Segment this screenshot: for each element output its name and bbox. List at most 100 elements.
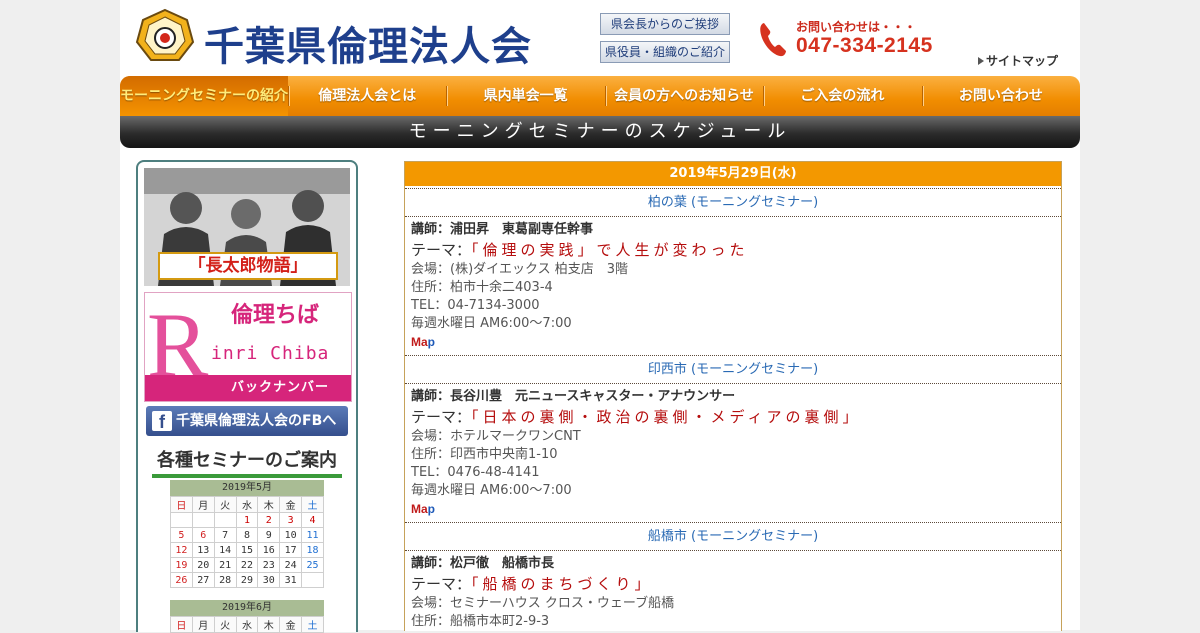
venue-place: 会場：ホテルマークワンCNT xyxy=(411,429,581,444)
calendar-day[interactable]: 20 xyxy=(191,557,215,573)
calendar-day[interactable]: 2 xyxy=(257,512,281,528)
weekday-header: 日 xyxy=(170,616,193,633)
map-link-icon[interactable]: Map xyxy=(411,500,1061,518)
calendar-day[interactable]: 9 xyxy=(257,527,281,543)
calendar-day[interactable]: 27 xyxy=(191,572,215,588)
calendar-day[interactable]: 5 xyxy=(170,527,193,543)
calendar-day[interactable]: 3 xyxy=(279,512,303,528)
weekday-header: 日 xyxy=(170,496,193,513)
calendar-day[interactable]: 17 xyxy=(279,542,303,558)
map-label-a: Ma xyxy=(411,335,428,349)
chotaro-story-banner[interactable]: 「長太郎物語」 xyxy=(144,168,350,286)
rinri-chiba-backnumber-banner[interactable]: R 倫理ちば inri Chiba バックナンバー xyxy=(144,292,352,402)
weekday-header: 水 xyxy=(235,496,259,513)
calendar-day[interactable]: 29 xyxy=(235,572,259,588)
calendar-day[interactable]: 31 xyxy=(279,572,303,588)
theme-title: 「船橋のまちづくり」 xyxy=(471,575,654,593)
facebook-icon: f xyxy=(152,411,172,432)
calendar-day[interactable]: 19 xyxy=(170,557,193,573)
calendar-june: 2019年6月 日 月 火 水 木 金 土 xyxy=(170,600,324,633)
officers-link[interactable]: 県役員・組織のご紹介 xyxy=(600,41,730,63)
weekday-header: 金 xyxy=(279,496,303,513)
map-label-a: Ma xyxy=(411,502,428,516)
venue-address: 住所：印西市中央南1-10 xyxy=(411,447,558,462)
weekday-header: 土 xyxy=(301,496,324,513)
facebook-link-button[interactable]: f 千葉県倫理法人会のFBへ xyxy=(146,406,348,436)
calendar-day[interactable]: 12 xyxy=(170,542,193,558)
contact-label: お問い合わせは・・・ xyxy=(796,20,917,34)
sidebar: 「長太郎物語」 R 倫理ちば inri Chiba バックナンバー f 千葉県倫理… xyxy=(136,160,358,633)
nav-units-list[interactable]: 県内単会一覧 xyxy=(446,76,604,116)
calendar-day[interactable]: 22 xyxy=(235,557,259,573)
venue-address: 住所：柏市十余二403-4 xyxy=(411,280,553,295)
theme: テーマ：「日本の裏側・政治の裏側・メディアの裏側」 xyxy=(411,406,1061,428)
sitemap-label: サイトマップ xyxy=(986,54,1059,68)
phone-number: 047-334-2145 xyxy=(796,34,933,57)
phone-icon xyxy=(760,23,786,57)
nav-contact[interactable]: お問い合わせ xyxy=(921,76,1080,116)
venue-address: 住所：船橋市本町2-9-3 xyxy=(411,614,550,629)
seminar-entry: 講師：浦田昇 東葛副専任幹事 テーマ：「倫理の実践」で人生が変わった 会場：(株… xyxy=(405,217,1061,353)
calendar-day[interactable]: 7 xyxy=(213,527,237,543)
calendar-day[interactable]: 4 xyxy=(301,512,324,528)
nav-join-flow[interactable]: ご入会の流れ xyxy=(763,76,921,116)
weekday-header: 木 xyxy=(257,496,281,513)
venue-tel: TEL：0476-48-4141 xyxy=(411,465,540,480)
calendar-day[interactable]: 18 xyxy=(301,542,324,558)
calendar-day xyxy=(301,572,324,588)
calendar-day[interactable]: 24 xyxy=(279,557,303,573)
calendar-day[interactable]: 15 xyxy=(235,542,259,558)
main-nav: モーニングセミナーの紹介 倫理法人会とは 県内単会一覧 会員の方へのお知らせ ご… xyxy=(120,76,1080,116)
speaker: 講師：長谷川豊 元ニュースキャスター・アナウンサー xyxy=(411,389,736,404)
backnumber-label: バックナンバー xyxy=(145,375,351,401)
calendar-day[interactable]: 8 xyxy=(235,527,259,543)
calendar-day xyxy=(191,512,215,528)
weekday-header: 木 xyxy=(257,616,281,633)
association-logo-icon[interactable] xyxy=(135,8,195,64)
calendar-day[interactable]: 13 xyxy=(191,542,215,558)
page: 千葉県倫理法人会 県会長からのご挨拶 県役員・組織のご紹介 お問い合わせは・・・… xyxy=(0,0,1200,633)
calendar-day[interactable]: 16 xyxy=(257,542,281,558)
calendar-day[interactable]: 30 xyxy=(257,572,281,588)
facebook-link-label: 千葉県倫理法人会のFBへ xyxy=(176,413,337,429)
venue-heading[interactable]: 柏の葉 (モーニングセミナー) xyxy=(405,188,1061,217)
weekday-header: 土 xyxy=(301,616,324,633)
calendar-day xyxy=(213,512,237,528)
map-link-icon[interactable]: Map xyxy=(411,333,1061,351)
sitemap-link[interactable]: サイトマップ xyxy=(978,52,1058,69)
venue-place: 会場：(株)ダイエックス 柏支店 3階 xyxy=(411,262,629,277)
calendar-day[interactable]: 25 xyxy=(301,557,324,573)
theme-label: テーマ： xyxy=(411,241,472,259)
calendar-day[interactable]: 23 xyxy=(257,557,281,573)
page-title: モーニングセミナーのスケジュール xyxy=(120,116,1080,148)
calendar-day[interactable]: 28 xyxy=(213,572,237,588)
weekday-header: 月 xyxy=(191,616,215,633)
chotaro-story-caption: 「長太郎物語」 xyxy=(158,252,338,280)
weekday-header: 火 xyxy=(213,496,237,513)
theme-title: 「倫理の実践」で人生が変わった xyxy=(471,241,749,259)
calendar-day[interactable]: 11 xyxy=(301,527,324,543)
nav-morning-seminar[interactable]: モーニングセミナーの紹介 xyxy=(120,76,288,116)
nav-about[interactable]: 倫理法人会とは xyxy=(288,76,446,116)
seminar-guide-heading[interactable]: 各種セミナーのご案内 xyxy=(152,446,342,478)
venue-heading[interactable]: 船橋市 (モーニングセミナー) xyxy=(405,522,1061,551)
nav-member-news[interactable]: 会員の方へのお知らせ xyxy=(604,76,763,116)
venue-heading[interactable]: 印西市 (モーニングセミナー) xyxy=(405,355,1061,384)
calendar-day[interactable]: 10 xyxy=(279,527,303,543)
calendar-day[interactable]: 21 xyxy=(213,557,237,573)
calendar-day[interactable]: 6 xyxy=(191,527,215,543)
greeting-link[interactable]: 県会長からのご挨拶 xyxy=(600,13,730,35)
calendar-day xyxy=(170,512,193,528)
calendar-may-title: 2019年5月 xyxy=(170,480,324,496)
seminar-entry: 講師：松戸徹 船橋市長 テーマ：「船橋のまちづくり」 会場：セミナーハウス クロ… xyxy=(405,551,1061,631)
site-title[interactable]: 千葉県倫理法人会 xyxy=(204,14,532,72)
seminar-time: 毎週水曜日 AM6:00～7:00 xyxy=(411,483,572,498)
theme-label: テーマ： xyxy=(411,575,472,593)
calendar-day[interactable]: 14 xyxy=(213,542,237,558)
calendar-may: 2019年5月 日 月 火 水 木 金 土 1 2 3 4 5 6 7 8 9 … xyxy=(170,480,324,588)
calendar-june-title: 2019年6月 xyxy=(170,600,324,616)
weekday-header: 月 xyxy=(191,496,215,513)
rinri-chiba-title: 倫理ちば xyxy=(231,303,320,328)
calendar-day[interactable]: 26 xyxy=(170,572,193,588)
calendar-day[interactable]: 1 xyxy=(235,512,259,528)
